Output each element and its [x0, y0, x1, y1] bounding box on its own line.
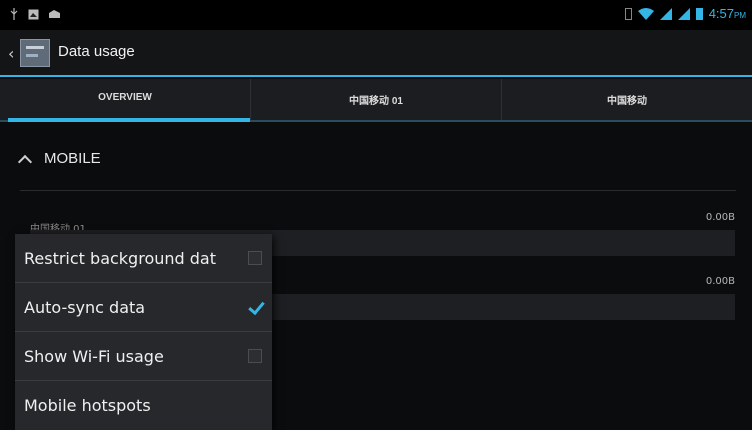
usage-value: 0.00B	[705, 276, 735, 287]
notification-icon	[49, 10, 60, 18]
clock: 4:57PM	[708, 6, 746, 21]
settings-app-icon[interactable]	[20, 39, 50, 67]
menu-item-restrict-background[interactable]: Restrict background dat	[15, 234, 272, 283]
chevron-up-icon	[17, 154, 33, 169]
section-title: MOBILE	[44, 150, 101, 167]
menu-item-label: Mobile hotspots	[24, 396, 151, 415]
tab-bar: OVERVIEW 中国移动 01 中国移动	[0, 79, 752, 122]
tab-overview[interactable]: OVERVIEW	[0, 79, 251, 122]
status-bar: 4:57PM	[0, 0, 752, 30]
back-icon[interactable]: ‹	[8, 44, 14, 63]
mobile-section-header[interactable]: MOBILE	[17, 150, 101, 169]
menu-item-mobile-hotspots[interactable]: Mobile hotspots	[15, 381, 272, 430]
checkbox-checked[interactable]	[248, 300, 262, 314]
menu-item-show-wifi[interactable]: Show Wi-Fi usage	[15, 332, 272, 381]
usb-icon	[10, 8, 18, 20]
tab-sim2[interactable]: 中国移动	[502, 79, 752, 120]
screenshot-icon	[28, 9, 39, 19]
menu-item-label: Restrict background dat	[24, 248, 216, 268]
menu-item-label: Auto-sync data	[24, 297, 146, 317]
signal-icon	[659, 7, 672, 20]
signal-icon	[677, 7, 690, 20]
menu-item-label: Show Wi-Fi usage	[24, 346, 164, 366]
divider	[20, 190, 736, 191]
usage-value: 0.00B	[705, 212, 735, 223]
action-bar: ‹ Data usage	[0, 30, 752, 77]
wifi-icon	[637, 7, 654, 20]
sim-icon	[624, 7, 632, 20]
tab-sim1[interactable]: 中国移动 01	[251, 79, 502, 120]
page-title: Data usage	[58, 43, 135, 60]
battery-icon	[695, 8, 703, 20]
menu-item-auto-sync[interactable]: Auto-sync data	[15, 283, 272, 332]
overflow-menu: Restrict background dat Auto-sync data S…	[15, 234, 272, 430]
checkbox[interactable]	[248, 251, 262, 265]
checkbox[interactable]	[248, 349, 262, 363]
